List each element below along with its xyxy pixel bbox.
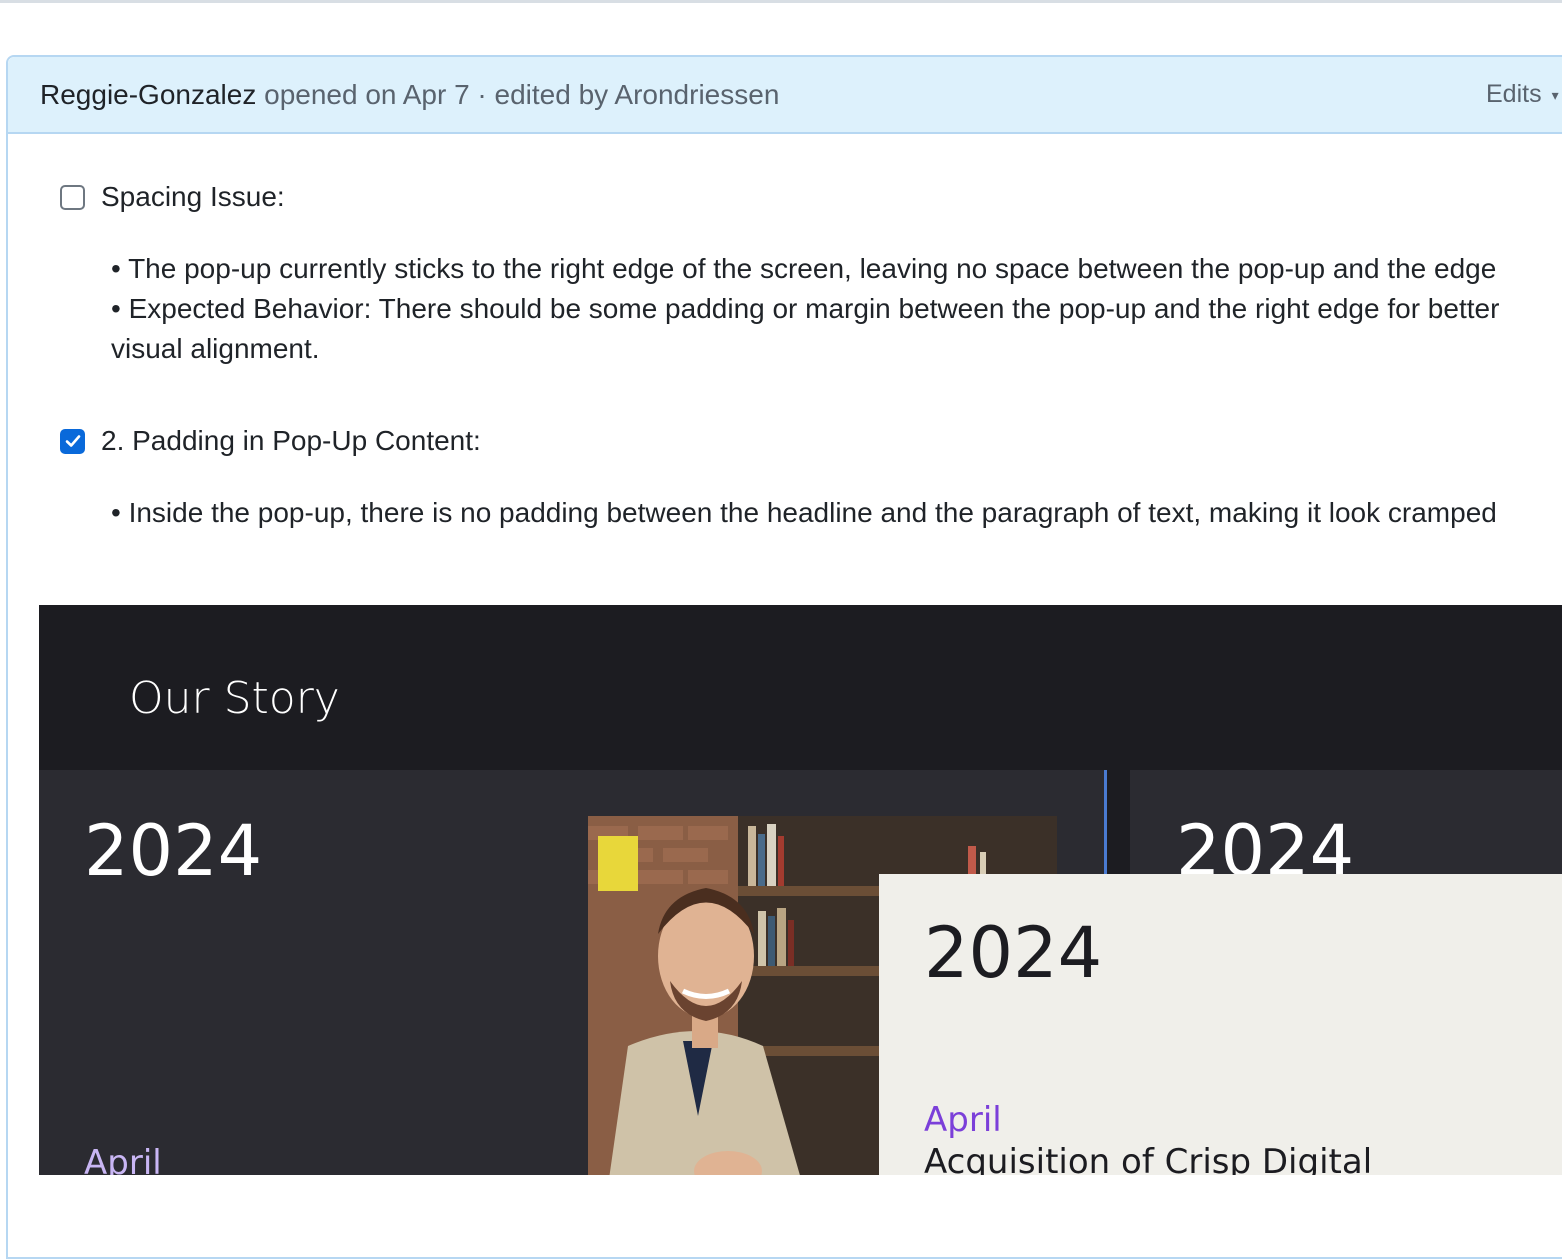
checkmark-icon	[65, 435, 80, 447]
edits-dropdown[interactable]: Edits ▾	[1486, 57, 1559, 133]
edited-by-label: edited by	[494, 79, 609, 110]
task-checkbox-1[interactable]	[60, 184, 85, 210]
left-month: April	[84, 1143, 162, 1175]
task-2-description: • Inside the pop-up, there is no padding…	[111, 493, 1497, 533]
task-checkbox-2[interactable]	[60, 428, 85, 454]
timeline-popup[interactable]: 2024 April Acquisition of Crisp Digital	[879, 874, 1562, 1175]
page-top-border	[0, 0, 1562, 3]
popup-headline: Acquisition of Crisp Digital	[924, 1142, 1373, 1175]
task-label-2: 2. Padding in Pop-Up Content:	[101, 425, 481, 456]
screenshot-header-bar: Our Story	[39, 605, 1562, 770]
screenshot-title: Our Story	[129, 673, 340, 724]
author-link[interactable]: Reggie-Gonzalez	[40, 79, 256, 110]
left-year: 2024	[84, 810, 263, 892]
task-item-2: 2. Padding in Pop-Up Content:	[60, 425, 481, 457]
task-item-1: Spacing Issue:	[60, 181, 285, 213]
task-label-1: Spacing Issue:	[101, 181, 285, 212]
task-1-line-3: visual alignment.	[111, 333, 320, 364]
comment-header: Reggie-Gonzalez opened on Apr 7 · edited…	[8, 57, 1562, 134]
popup-month: April	[924, 1100, 1002, 1140]
chevron-down-icon: ▾	[1551, 86, 1559, 103]
task-1-line-1: • The pop-up currently sticks to the rig…	[111, 253, 1497, 284]
edits-label: Edits	[1486, 80, 1542, 108]
popup-year: 2024	[924, 912, 1103, 994]
task-1-description: • The pop-up currently sticks to the rig…	[111, 249, 1499, 369]
comment-meta: Reggie-Gonzalez opened on Apr 7 · edited…	[40, 57, 779, 132]
task-2-line-1: • Inside the pop-up, there is no padding…	[111, 497, 1497, 528]
task-1-line-2: • Expected Behavior: There should be som…	[111, 293, 1500, 324]
opened-date: opened on Apr 7	[264, 79, 470, 110]
editor-link[interactable]: Arondriessen	[614, 79, 779, 110]
attached-screenshot[interactable]: Our Story 2024 April 2024 2024 April Acq…	[39, 605, 1562, 1175]
meta-separator: ·	[477, 79, 487, 110]
